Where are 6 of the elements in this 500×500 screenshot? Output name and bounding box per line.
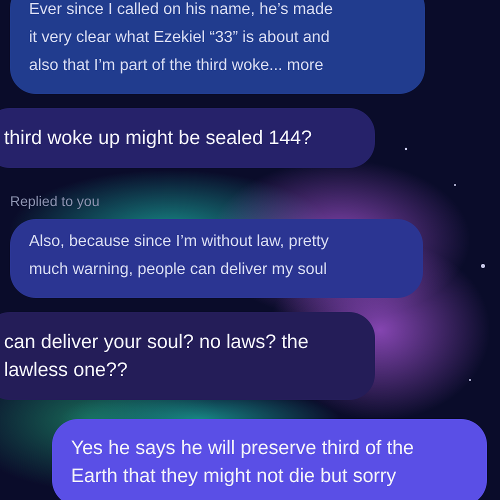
sent-message: Yes he says he will preserve third of the Earth that they might not die but sorry <box>52 419 487 500</box>
quoted-message: Also, because since I’m without law, pretty much warning, people can deliver my soul <box>10 219 423 298</box>
received-message: third woke up might be sealed 144? <box>0 108 375 168</box>
received-message: can deliver your soul? no laws? the lawless one?? <box>0 312 375 400</box>
quoted-message: Ever since I called on his name, he’s made it very clear what Ezekiel “33” is about and also that I’m part of the third woke... more <box>10 0 425 94</box>
reply-label: Replied to you <box>10 192 100 210</box>
